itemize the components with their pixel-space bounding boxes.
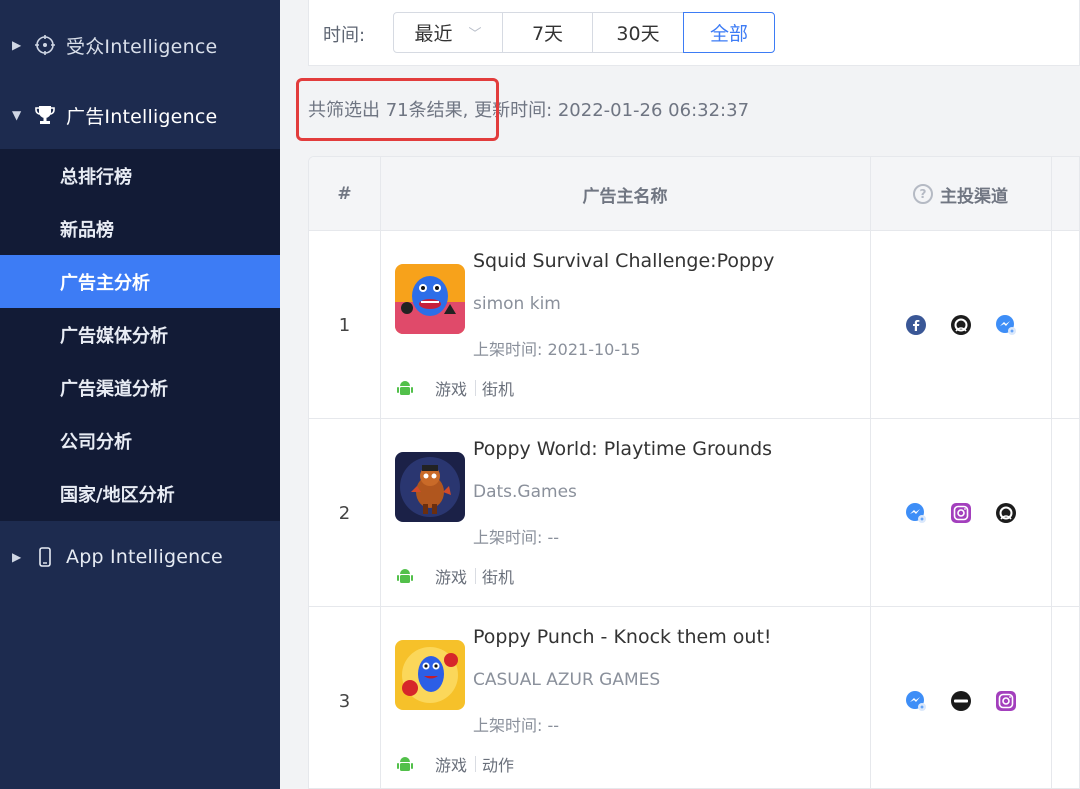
release-date: 上架时间: -- [473, 716, 560, 735]
android-icon [395, 378, 415, 398]
app-thumbnail[interactable] [395, 452, 465, 522]
help-icon[interactable]: ? [913, 184, 933, 204]
sidebar-item-advertiser-analysis[interactable]: 广告主分析 [0, 255, 280, 308]
sidebar-item-region-analysis[interactable]: 国家/地区分析 [0, 467, 280, 520]
table-row[interactable]: 1 Squid Survival Challenge:Poppy simon k… [309, 231, 1079, 419]
sidebar-section-label: App Intelligence [66, 546, 223, 568]
android-icon [395, 566, 415, 586]
developer-name[interactable]: simon kim [473, 294, 561, 314]
channel-icons [870, 419, 1051, 607]
sidebar-section-ads[interactable]: ▼ 广告Intelligence [0, 80, 280, 150]
row-index: 3 [338, 690, 351, 712]
tag-separator [475, 568, 477, 584]
developer-name[interactable]: Dats.Games [473, 482, 577, 502]
caret-down-icon: ▼ [12, 108, 22, 122]
category-tag: 游戏 [435, 568, 468, 587]
sidebar-section-label: 受众Intelligence [66, 35, 218, 58]
table-row[interactable]: 3 Poppy Punch - Knock them out! CASUAL A… [309, 607, 1079, 788]
app-title[interactable]: Squid Survival Challenge:Poppy [473, 250, 774, 272]
app-title[interactable]: Poppy World: Playtime Grounds [473, 438, 772, 460]
app-thumbnail[interactable] [395, 264, 465, 334]
sidebar-item-channel-analysis[interactable]: 广告渠道分析 [0, 361, 280, 414]
main-content: 时间: 最近 ﹀ 7天 30天 全部 共筛选出 71条结果, 更新时间: 202… [280, 0, 1080, 789]
row-index: 1 [338, 314, 351, 336]
header-advertiser-name: 广告主名称 [582, 186, 668, 207]
messenger-icon[interactable] [905, 690, 927, 712]
instagram-icon[interactable] [995, 690, 1017, 712]
app-tags: 游戏 动作 [395, 753, 514, 775]
header-channels: ? 主投渠道 [870, 157, 1051, 231]
caret-right-icon: ▶ [12, 550, 22, 564]
sidebar: ▶ 受众Intelligence ▼ 广告Intelligence 总排行榜 新… [0, 0, 280, 789]
row-index: 2 [338, 502, 351, 524]
app-title[interactable]: Poppy Punch - Knock them out! [473, 626, 772, 648]
sidebar-item-media-analysis[interactable]: 广告媒体分析 [0, 308, 280, 361]
time-option-all[interactable]: 全部 [683, 12, 775, 53]
time-option-label: 最近 [414, 23, 453, 45]
app-tags: 游戏 街机 [395, 377, 514, 399]
app-tags: 游戏 街机 [395, 565, 514, 587]
sidebar-section-app[interactable]: ▶ App Intelligence [0, 522, 280, 592]
tag-separator [475, 756, 477, 772]
header-channels-label: 主投渠道 [940, 186, 1008, 207]
advertiser-table: # 广告主名称 ? 主投渠道 1 Squid Survival Challeng… [308, 156, 1080, 789]
time-option-7d[interactable]: 7天 [502, 12, 593, 53]
sidebar-item-company-analysis[interactable]: 公司分析 [0, 414, 280, 467]
instagram-icon[interactable] [950, 502, 972, 524]
genre-tag: 街机 [482, 568, 515, 587]
sidebar-section-audience[interactable]: ▶ 受众Intelligence [0, 10, 280, 80]
tag-separator [475, 380, 477, 396]
sidebar-item-overall-rank[interactable]: 总排行榜 [0, 149, 280, 202]
caret-right-icon: ▶ [12, 38, 22, 52]
ad-network-icon[interactable] [995, 502, 1017, 524]
ad-network-icon[interactable] [950, 314, 972, 336]
channel-icons [870, 607, 1051, 788]
messenger-icon[interactable] [995, 314, 1017, 336]
facebook-icon[interactable] [905, 314, 927, 336]
genre-tag: 街机 [482, 380, 515, 399]
header-more [1051, 157, 1079, 231]
time-filter-label: 时间: [323, 25, 366, 46]
developer-name[interactable]: CASUAL AZUR GAMES [473, 670, 660, 690]
channel-icons [870, 231, 1051, 419]
crosshair-icon [32, 32, 58, 58]
highlight-annotation-box [296, 78, 499, 141]
release-date: 上架时间: -- [473, 528, 560, 547]
android-icon [395, 754, 415, 774]
chevron-down-icon: ﹀ [468, 27, 482, 42]
table-row[interactable]: 2 Poppy World: Playtime Grounds Dats.Gam… [309, 419, 1079, 607]
table-header: # 广告主名称 ? 主投渠道 [309, 157, 1079, 231]
time-option-recent[interactable]: 最近 ﹀ [393, 12, 503, 53]
header-index: # [337, 184, 352, 204]
release-date: 上架时间: 2021-10-15 [473, 340, 641, 359]
sidebar-submenu: 总排行榜 新品榜 广告主分析 广告媒体分析 广告渠道分析 公司分析 国家/地区分… [0, 149, 280, 521]
category-tag: 游戏 [435, 380, 468, 399]
app-thumbnail[interactable] [395, 640, 465, 710]
sidebar-section-label: 广告Intelligence [66, 105, 218, 128]
vungle-icon[interactable] [950, 690, 972, 712]
genre-tag: 动作 [482, 756, 515, 775]
trophy-icon [32, 102, 58, 128]
time-filter-bar: 时间: 最近 ﹀ 7天 30天 全部 [308, 0, 1080, 66]
sidebar-item-new-rank[interactable]: 新品榜 [0, 202, 280, 255]
phone-icon [32, 544, 58, 570]
category-tag: 游戏 [435, 756, 468, 775]
time-option-30d[interactable]: 30天 [592, 12, 684, 53]
messenger-icon[interactable] [905, 502, 927, 524]
